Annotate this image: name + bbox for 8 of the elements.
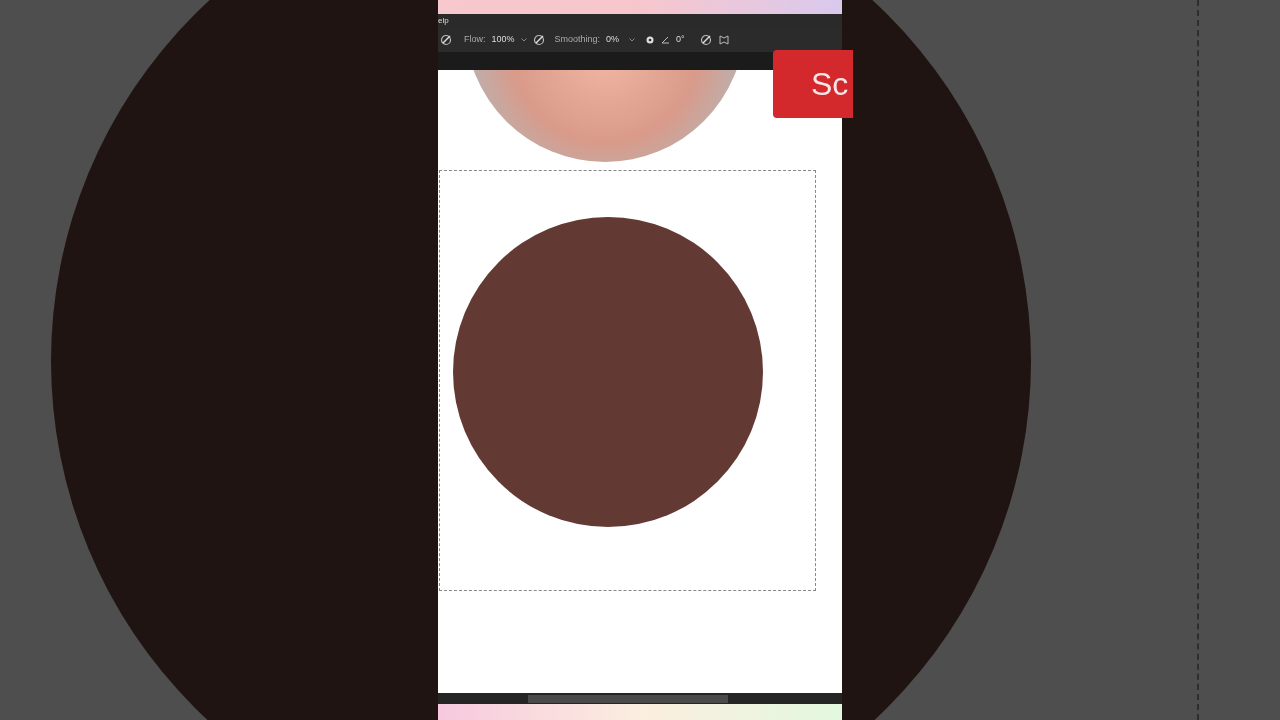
smoothing-label: Smoothing:: [554, 33, 601, 47]
smoothing-value[interactable]: 0%: [606, 33, 620, 47]
menu-item[interactable]: elp: [438, 17, 449, 25]
subscribe-badge[interactable]: Sc: [773, 50, 853, 118]
badge-label: Sc: [811, 68, 849, 100]
angle-value[interactable]: 0°: [676, 33, 693, 47]
flow-label: Flow:: [464, 33, 486, 47]
flow-value[interactable]: 100%: [491, 33, 515, 47]
